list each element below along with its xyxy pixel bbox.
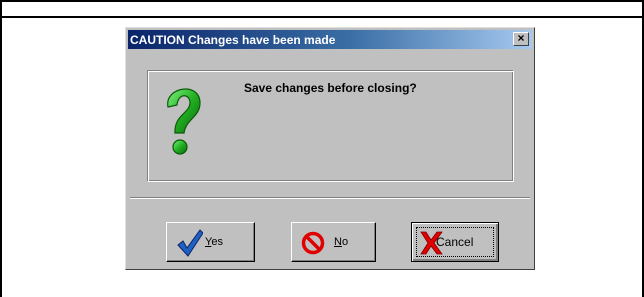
button-separator: [130, 197, 530, 199]
no-button-label: No: [334, 236, 348, 248]
checkmark-icon: [177, 229, 203, 257]
question-mark-icon: [167, 88, 201, 155]
dialog-message: Save changes before closing?: [244, 81, 417, 95]
yes-label-rest: es: [211, 236, 223, 248]
dialog-titlebar[interactable]: CAUTION Changes have been made ×: [128, 30, 532, 49]
close-button[interactable]: ×: [513, 32, 529, 46]
close-icon: ×: [517, 31, 525, 45]
no-label-rest: o: [341, 236, 349, 248]
frame-top-border: [0, 0, 644, 2]
no-button[interactable]: No: [291, 222, 376, 262]
yes-button[interactable]: Yes: [166, 222, 255, 262]
dialog-title: CAUTION Changes have been made: [130, 33, 336, 47]
caution-dialog: CAUTION Changes have been made × Save ch…: [125, 27, 535, 270]
message-panel: Save changes before closing?: [147, 70, 514, 182]
cancel-button[interactable]: Cancel: [411, 222, 499, 262]
cancel-button-label: Cancel: [436, 235, 474, 249]
no-entry-icon: [301, 231, 325, 255]
frame-row-divider: [0, 16, 644, 18]
no-mnemonic: N: [334, 236, 342, 248]
yes-button-label: Yes: [205, 236, 223, 248]
